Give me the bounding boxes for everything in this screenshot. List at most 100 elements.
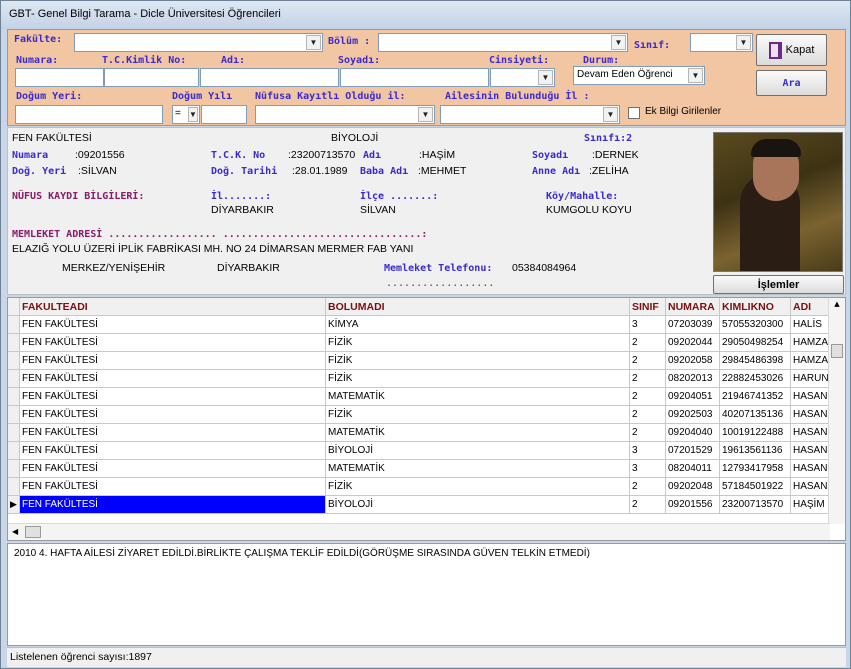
table-cell[interactable]: 2 (630, 424, 666, 442)
table-cell[interactable]: 23200713570 (720, 496, 791, 514)
table-cell[interactable]: MATEMATİK (326, 424, 630, 442)
table-cell[interactable]: 22882453026 (720, 370, 791, 388)
row-pointer-icon[interactable]: ▶ (8, 496, 20, 514)
table-cell[interactable]: 57184501922 (720, 478, 791, 496)
scroll-thumb-h[interactable] (25, 526, 41, 538)
column-header[interactable]: SINIF (630, 298, 666, 316)
table-cell[interactable]: 3 (630, 316, 666, 334)
table-cell[interactable]: 2 (630, 334, 666, 352)
aile-il-select[interactable]: ▼ (440, 105, 620, 124)
dogum-yili-operator-select[interactable]: = ▼ (172, 105, 200, 124)
table-cell[interactable]: 21946741352 (720, 388, 791, 406)
table-cell[interactable]: FİZİK (326, 478, 630, 496)
table-cell[interactable]: 3 (630, 442, 666, 460)
row-indicator[interactable] (8, 352, 20, 370)
row-indicator[interactable] (8, 316, 20, 334)
table-cell[interactable]: BİYOLOJİ (326, 442, 630, 460)
table-cell[interactable]: FİZİK (326, 370, 630, 388)
table-cell[interactable]: FEN FAKÜLTESİ (20, 496, 326, 514)
table-cell[interactable]: FEN FAKÜLTESİ (20, 316, 326, 334)
scroll-thumb[interactable] (831, 344, 843, 358)
table-row[interactable]: FEN FAKÜLTESİ FİZİK 2 09202058 29845486398 HA… (8, 352, 834, 370)
table-cell[interactable]: FİZİK (326, 406, 630, 424)
notes-area[interactable]: 2010 4. HAFTA AİLESİ ZİYARET EDİLDİ.BİRL… (7, 543, 846, 646)
table-cell[interactable]: FEN FAKÜLTESİ (20, 388, 326, 406)
table-cell[interactable]: KİMYA (326, 316, 630, 334)
tc-input[interactable] (104, 68, 199, 87)
table-cell[interactable]: 29050498254 (720, 334, 791, 352)
table-cell[interactable]: FEN FAKÜLTESİ (20, 334, 326, 352)
table-cell[interactable]: 3 (630, 460, 666, 478)
table-cell[interactable]: 07201529 (666, 442, 720, 460)
table-cell[interactable]: 09202058 (666, 352, 720, 370)
ara-button[interactable]: Ara (756, 70, 827, 96)
row-indicator[interactable] (8, 406, 20, 424)
column-header[interactable]: NUMARA (666, 298, 720, 316)
scroll-up-icon[interactable]: ▲ (831, 300, 843, 312)
table-cell[interactable]: 09202044 (666, 334, 720, 352)
table-cell[interactable]: FİZİK (326, 352, 630, 370)
table-cell[interactable]: 2 (630, 352, 666, 370)
table-cell[interactable]: 29845486398 (720, 352, 791, 370)
table-cell[interactable]: BİYOLOJİ (326, 496, 630, 514)
vertical-scrollbar[interactable]: ▲ (828, 298, 845, 524)
durum-select[interactable]: Devam Eden Öğrenci ▼ (573, 66, 705, 85)
bolum-select[interactable]: ▼ (378, 33, 628, 52)
nufus-il-select[interactable]: ▼ (255, 105, 435, 124)
table-cell[interactable]: MATEMATİK (326, 460, 630, 478)
table-cell[interactable]: 09204040 (666, 424, 720, 442)
table-row[interactable]: FEN FAKÜLTESİ FİZİK 2 09202503 40207135136 HA… (8, 406, 834, 424)
fakulte-select[interactable]: ▼ (74, 33, 323, 52)
dogum-yili-input[interactable] (201, 105, 247, 124)
column-header[interactable]: BOLUMADI (326, 298, 630, 316)
scroll-left-icon[interactable]: ◀ (12, 527, 18, 536)
table-cell[interactable]: 2 (630, 406, 666, 424)
table-cell[interactable]: 07203039 (666, 316, 720, 334)
adi-input[interactable] (200, 68, 339, 87)
table-cell[interactable]: 2 (630, 370, 666, 388)
table-cell[interactable]: 10019122488 (720, 424, 791, 442)
table-cell[interactable]: FEN FAKÜLTESİ (20, 460, 326, 478)
ek-bilgi-checkbox[interactable] (628, 107, 640, 119)
kapat-button[interactable]: Kapat (756, 34, 827, 66)
table-cell[interactable]: 09202503 (666, 406, 720, 424)
table-cell[interactable]: 09202048 (666, 478, 720, 496)
table-row[interactable]: FEN FAKÜLTESİ FİZİK 2 08202013 22882453026 HA… (8, 370, 834, 388)
table-cell[interactable]: 19613561136 (720, 442, 791, 460)
cinsiyeti-select[interactable]: ▼ (490, 68, 555, 87)
row-indicator[interactable] (8, 388, 20, 406)
row-indicator[interactable] (8, 478, 20, 496)
row-indicator[interactable] (8, 442, 20, 460)
table-row[interactable]: FEN FAKÜLTESİ KİMYA 3 07203039 57055320300 HA… (8, 316, 834, 334)
table-cell[interactable]: 2 (630, 496, 666, 514)
table-cell[interactable]: 09201556 (666, 496, 720, 514)
table-cell[interactable]: 08202013 (666, 370, 720, 388)
table-row[interactable]: FEN FAKÜLTESİ MATEMATİK 2 09204040 100191224… (8, 424, 834, 442)
table-cell[interactable]: 2 (630, 478, 666, 496)
table-cell[interactable]: MATEMATİK (326, 388, 630, 406)
table-cell[interactable]: 40207135136 (720, 406, 791, 424)
table-row[interactable]: FEN FAKÜLTESİ MATEMATİK 3 08204011 127934179… (8, 460, 834, 478)
table-cell[interactable]: FEN FAKÜLTESİ (20, 442, 326, 460)
table-row[interactable]: FEN FAKÜLTESİ FİZİK 2 09202044 29050498254 HA… (8, 334, 834, 352)
row-indicator[interactable] (8, 424, 20, 442)
table-row[interactable]: FEN FAKÜLTESİ BİYOLOJİ 3 07201529 1961356113… (8, 442, 834, 460)
table-cell[interactable]: FEN FAKÜLTESİ (20, 370, 326, 388)
table-cell[interactable]: 57055320300 (720, 316, 791, 334)
column-header[interactable]: KIMLIKNO (720, 298, 791, 316)
table-cell[interactable]: 2 (630, 388, 666, 406)
table-cell[interactable]: FEN FAKÜLTESİ (20, 406, 326, 424)
sinif-select[interactable]: ▼ (690, 33, 753, 52)
numara-input[interactable] (15, 68, 104, 87)
column-header[interactable]: FAKULTEADI (20, 298, 326, 316)
table-cell[interactable]: 09204051 (666, 388, 720, 406)
table-cell[interactable]: 12793417958 (720, 460, 791, 478)
table-cell[interactable]: FEN FAKÜLTESİ (20, 424, 326, 442)
table-cell[interactable]: 08204011 (666, 460, 720, 478)
soyadi-input[interactable] (340, 68, 489, 87)
row-indicator[interactable] (8, 460, 20, 478)
table-cell[interactable]: FEN FAKÜLTESİ (20, 352, 326, 370)
table-row[interactable]: FEN FAKÜLTESİ FİZİK 2 09202048 57184501922 HA… (8, 478, 834, 496)
dogum-yeri-input[interactable] (15, 105, 163, 124)
row-indicator[interactable] (8, 334, 20, 352)
